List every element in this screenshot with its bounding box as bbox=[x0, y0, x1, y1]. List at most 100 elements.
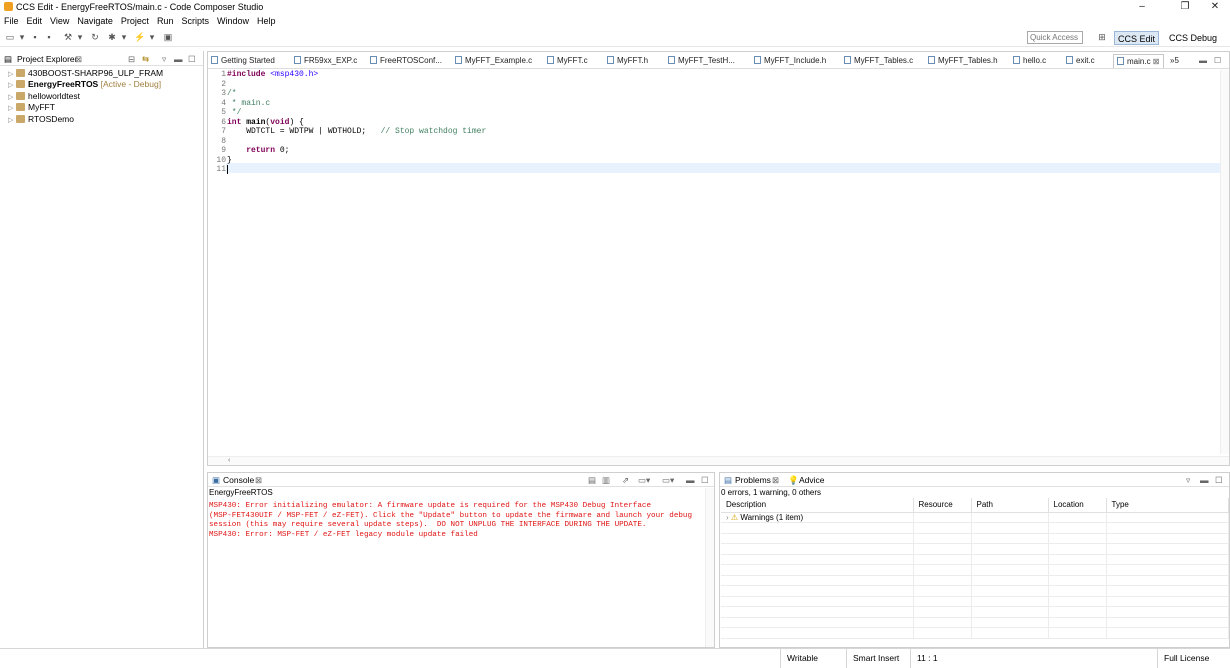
menu-file[interactable]: File bbox=[0, 14, 23, 28]
menu-run[interactable]: Run bbox=[153, 14, 178, 28]
table-row[interactable]: › ⚠ Warnings (1 item) bbox=[721, 512, 1229, 523]
maximize-view-icon[interactable]: ☐ bbox=[1215, 473, 1223, 487]
terminal-icon[interactable]: ▣ bbox=[162, 32, 174, 43]
menu-view[interactable]: View bbox=[46, 14, 73, 28]
tree-item-project[interactable]: ▷ helloworldtest bbox=[8, 91, 80, 102]
tree-item-project[interactable]: ▷ MyFFT bbox=[8, 102, 55, 113]
expand-arrow-icon[interactable]: ▷ bbox=[8, 80, 14, 91]
expand-arrow-icon[interactable]: ▷ bbox=[8, 103, 14, 114]
display-console-icon[interactable]: ▭▾ bbox=[638, 473, 650, 487]
column-type[interactable]: Type bbox=[1106, 498, 1229, 513]
horizontal-scrollbar[interactable]: ‹ bbox=[208, 456, 1229, 465]
project-explorer-header: ▤ Project Explorer ⊠ ⊟ ⇆ ▿ ▬ ☐ bbox=[0, 52, 203, 66]
console-title[interactable]: Console bbox=[223, 473, 254, 487]
editor-tab[interactable]: exit.c bbox=[1066, 54, 1095, 68]
save-all-icon[interactable]: ▪ bbox=[43, 32, 55, 43]
editor-tab-active[interactable]: main.c ⊠ bbox=[1113, 54, 1164, 68]
maximize-button[interactable]: ❐ bbox=[1170, 1, 1200, 13]
refresh-icon[interactable]: ↻ bbox=[89, 32, 101, 43]
project-explorer-title[interactable]: Project Explorer bbox=[17, 52, 77, 66]
menu-edit[interactable]: Edit bbox=[23, 14, 47, 28]
editor-tab[interactable]: FreeRTOSConf... bbox=[370, 54, 442, 68]
build-dropdown-icon[interactable]: ▾ bbox=[74, 32, 86, 43]
vertical-scrollbar[interactable] bbox=[1220, 70, 1229, 454]
editor-tab[interactable]: MyFFT_Example.c bbox=[455, 54, 532, 68]
project-folder-icon bbox=[16, 103, 25, 111]
open-console-icon[interactable]: ▭▾ bbox=[662, 473, 674, 487]
file-icon bbox=[754, 56, 761, 64]
menu-window[interactable]: Window bbox=[213, 14, 253, 28]
close-tab-icon[interactable]: ⊠ bbox=[772, 473, 779, 487]
flash-dropdown-icon[interactable]: ▾ bbox=[146, 32, 158, 43]
tab-advice[interactable]: Advice bbox=[799, 473, 825, 487]
editor-tab[interactable]: Getting Started bbox=[211, 54, 275, 68]
expand-arrow-icon[interactable]: ▷ bbox=[8, 115, 14, 126]
file-icon bbox=[844, 56, 851, 64]
tab-overflow[interactable]: »5 bbox=[1170, 54, 1179, 68]
code-line: int main(void) { bbox=[227, 117, 304, 127]
column-description[interactable]: Description bbox=[721, 498, 914, 513]
view-menu-icon[interactable]: ▿ bbox=[1186, 473, 1190, 487]
project-folder-icon bbox=[16, 115, 25, 123]
debug-dropdown-icon[interactable]: ▾ bbox=[118, 32, 130, 43]
scroll-lock-icon[interactable]: ▥ bbox=[602, 473, 610, 487]
column-resource[interactable]: Resource bbox=[913, 498, 972, 513]
line-number: 2 bbox=[221, 79, 226, 89]
clear-console-icon[interactable]: ▤ bbox=[588, 473, 596, 487]
link-editor-icon[interactable]: ⇆ bbox=[142, 52, 149, 66]
close-tab-icon[interactable]: ⊠ bbox=[75, 52, 82, 66]
open-perspective-icon[interactable]: ⊞ bbox=[1096, 32, 1108, 43]
close-button[interactable]: ✕ bbox=[1200, 1, 1230, 13]
debug-bug-icon[interactable]: ✱ bbox=[106, 32, 118, 43]
editor-tab[interactable]: MyFFT_Include.h bbox=[754, 54, 826, 68]
editor-tab[interactable]: hello.c bbox=[1013, 54, 1046, 68]
code-area[interactable]: 1 #include <msp430.h> 2 3 /* 4 * main.c … bbox=[208, 70, 1221, 454]
close-tab-icon[interactable]: ⊠ bbox=[255, 473, 262, 487]
dropdown-arrow-icon[interactable]: ▾ bbox=[16, 32, 28, 43]
menu-project[interactable]: Project bbox=[117, 14, 153, 28]
menu-help[interactable]: Help bbox=[253, 14, 280, 28]
window-title: CCS Edit - EnergyFreeRTOS/main.c - Code … bbox=[16, 2, 264, 12]
new-icon[interactable]: ▭ bbox=[4, 32, 16, 43]
view-menu-icon[interactable]: ▿ bbox=[162, 52, 166, 66]
menu-navigate[interactable]: Navigate bbox=[73, 14, 117, 28]
code-line: */ bbox=[227, 108, 242, 117]
console-scrollbar[interactable] bbox=[705, 488, 714, 647]
pin-console-icon[interactable]: ⇗ bbox=[622, 473, 629, 487]
editor-tab[interactable]: FR59xx_EXP.c bbox=[294, 54, 357, 68]
perspective-ccs-debug[interactable]: CCS Debug bbox=[1166, 31, 1220, 45]
maximize-view-icon[interactable]: ☐ bbox=[1214, 54, 1221, 68]
console-output[interactable]: MSP430: Error initializing emulator: A f… bbox=[209, 502, 692, 540]
expand-arrow-icon[interactable]: › bbox=[726, 513, 729, 522]
editor-tab[interactable]: MyFFT_Tables.h bbox=[928, 54, 998, 68]
maximize-view-icon[interactable]: ☐ bbox=[188, 52, 196, 66]
close-tab-icon[interactable]: ⊠ bbox=[1153, 57, 1160, 66]
perspective-ccs-edit[interactable]: CCS Edit bbox=[1114, 31, 1160, 45]
minimize-view-icon[interactable]: ▬ bbox=[1199, 54, 1207, 68]
column-path[interactable]: Path bbox=[971, 498, 1049, 513]
lightbulb-icon: 💡 bbox=[788, 475, 799, 485]
save-icon[interactable]: ▪ bbox=[29, 32, 41, 43]
tree-item-project[interactable]: ▷ 430BOOST-SHARP96_ULP_FRAM bbox=[8, 68, 163, 79]
minimize-view-icon[interactable]: ▬ bbox=[174, 52, 183, 66]
collapse-all-icon[interactable]: ⊟ bbox=[128, 52, 135, 66]
editor-tab[interactable]: MyFFT_Tables.c bbox=[844, 54, 913, 68]
editor-tab[interactable]: MyFFT_TestH... bbox=[668, 54, 735, 68]
scroll-left-icon[interactable]: ‹ bbox=[228, 457, 230, 464]
minimize-view-icon[interactable]: ▬ bbox=[686, 473, 695, 487]
tree-item-project-active[interactable]: ▷ EnergyFreeRTOS [Active - Debug] bbox=[8, 79, 161, 90]
menu-scripts[interactable]: Scripts bbox=[177, 14, 213, 28]
tree-item-project[interactable]: ▷ RTOSDemo bbox=[8, 114, 74, 125]
minimize-view-icon[interactable]: ▬ bbox=[1200, 473, 1209, 487]
maximize-view-icon[interactable]: ☐ bbox=[701, 473, 709, 487]
minimize-button[interactable]: – bbox=[1127, 1, 1157, 13]
column-location[interactable]: Location bbox=[1048, 498, 1107, 513]
quick-access-input[interactable] bbox=[1027, 31, 1083, 44]
editor-tab[interactable]: MyFFT.h bbox=[607, 54, 648, 68]
tab-problems[interactable]: Problems bbox=[735, 473, 771, 487]
project-name: RTOSDemo bbox=[28, 114, 74, 124]
flash-icon[interactable]: ⚡ bbox=[134, 32, 146, 43]
build-hammer-icon[interactable]: ⚒ bbox=[62, 32, 74, 43]
editor-tab-bar: Getting Started FR59xx_EXP.c FreeRTOSCon… bbox=[208, 52, 1229, 69]
editor-tab[interactable]: MyFFT.c bbox=[547, 54, 588, 68]
